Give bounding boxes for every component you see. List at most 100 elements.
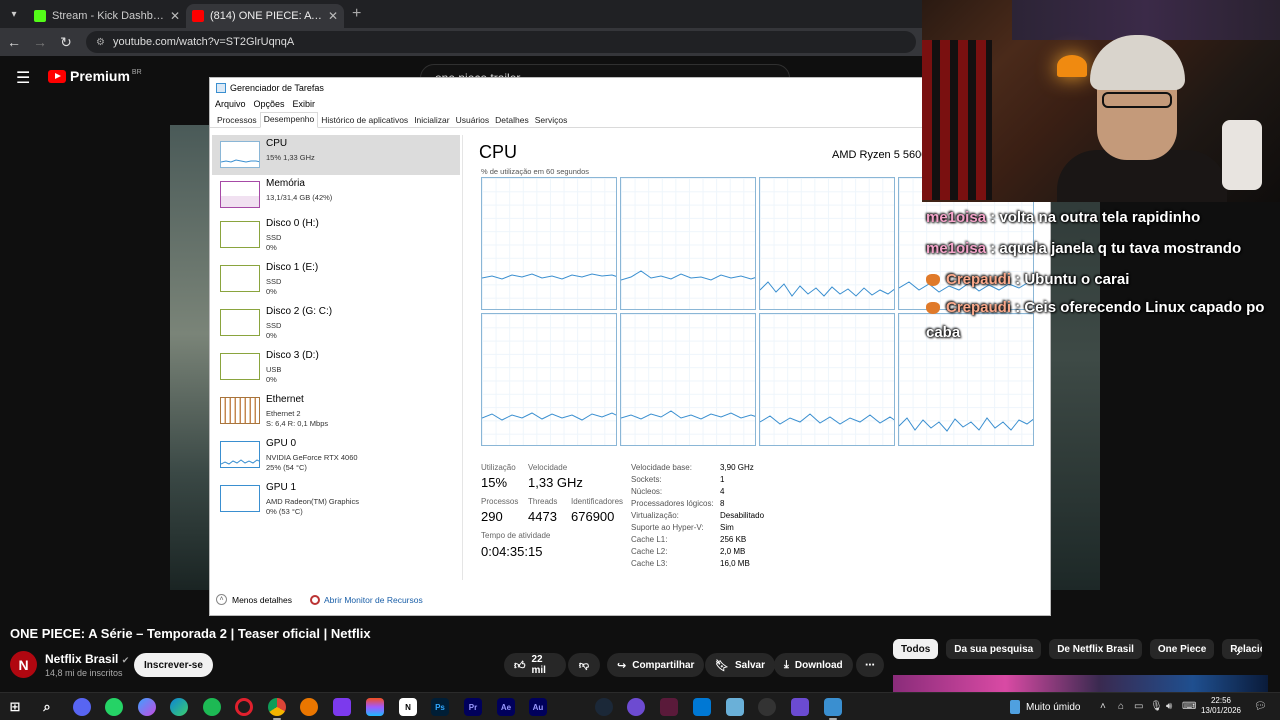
subscribe-button[interactable]: Inscrever-se [134,653,213,677]
spec-value: Desabilitado [720,511,765,520]
app-icon-discord[interactable] [73,698,91,716]
chat-user: me1oisa [926,209,987,226]
browser-tab-kick[interactable]: Stream - Kick Dashboard ✕ [28,4,186,28]
sidebar-item-disco-2[interactable]: Disco 2 (G: C:) SSD 0% [212,303,460,343]
menu-arquivo[interactable]: Arquivo [215,99,246,109]
url-field[interactable]: ⚙ youtube.com/watch?v=ST2GlrUqnqA [86,31,916,53]
chevron-right-icon[interactable]: › [1236,643,1241,659]
microphone-icon[interactable]: 🎙︎ [1150,701,1163,712]
app-icon-generic[interactable] [791,698,809,716]
new-tab-button[interactable]: + [352,5,361,23]
spotify-icon[interactable] [203,698,221,716]
whatsapp-icon[interactable] [105,698,123,716]
processos-label: Processos [481,497,519,506]
network-icon[interactable]: ⌂ [1118,701,1124,712]
menu-exibir[interactable]: Exibir [293,99,316,109]
sidebar-item-ethernet[interactable]: Ethernet Ethernet 2 S: 6,4 R: 0,1 Mbps [212,391,460,431]
sidebar-item-gpu-0[interactable]: GPU 0 NVIDIA GeForce RTX 4060 25% (54 °C… [212,435,460,475]
fewer-details-link[interactable]: Menos detalhes [232,595,292,605]
tab-historico[interactable]: Histórico de aplicativos [318,114,411,127]
like-button[interactable]: 👍︎ 22 mil [504,653,566,677]
weather-widget[interactable]: Muito úmido [1010,700,1080,714]
figma-icon[interactable] [366,698,384,716]
tab-usuarios[interactable]: Usuários [453,114,493,127]
chip-da-sua-pesquisa[interactable]: Da sua pesquisa [946,639,1042,659]
chat-message: Crepaudi : Ceis oferecendo Linux capado … [926,295,1280,345]
chevron-up-icon[interactable]: ˄ [1100,701,1106,712]
core-line [621,270,755,281]
download-button[interactable]: ⤓ Download [774,653,853,677]
browser-tab-youtube[interactable]: (814) ONE PIECE: A Série – Tem ✕ [186,4,344,28]
chat-user: Crepaudi [946,271,1012,288]
more-actions-button[interactable]: ⋯ [856,653,884,677]
notepad-icon[interactable] [726,698,744,716]
site-info-icon[interactable]: ⚙ [96,37,105,48]
menu-opcoes[interactable]: Opções [254,99,285,109]
reload-icon[interactable]: ↻ [54,34,78,51]
photoshop-icon[interactable]: Ps [431,698,449,716]
menu-icon[interactable]: ☰ [16,68,30,88]
share-button[interactable]: ↪ Compartilhar [607,653,705,677]
steam-icon[interactable] [595,698,613,716]
sidebar-item-memoria[interactable]: Memória 13,1/31,4 GB (42%) [212,175,460,215]
tab-processos[interactable]: Processos [214,114,260,127]
chip-todos[interactable]: Todos [893,639,939,659]
url-text: youtube.com/watch?v=ST2GlrUqnqA [112,36,295,48]
windows-start-icon[interactable]: ⊞ [6,698,24,716]
gpu-mini-line [221,459,259,465]
pane-divider[interactable] [462,135,463,580]
blender-icon[interactable] [300,698,318,716]
premiere-icon[interactable]: Pr [464,698,482,716]
youtube-logo[interactable]: Premium BR [48,68,142,84]
tab-servicos[interactable]: Serviços [532,114,571,127]
system-clock[interactable]: 22:56 13/01/2026 [1196,696,1246,716]
cpu-mini-graph [220,141,260,168]
spec-value: 4 [720,487,725,496]
sidebar-item-disco-1[interactable]: Disco 1 (E:) SSD 0% [212,259,460,299]
volume-icon[interactable]: 🔊︎ [1166,701,1172,712]
chat-user: Crepaudi [946,299,1012,316]
after-effects-icon[interactable]: Ae [497,698,515,716]
core-graph [481,313,617,446]
chrome-icon[interactable] [268,698,286,720]
copilot-icon[interactable] [138,698,156,716]
tab-inicializar[interactable]: Inicializar [411,114,452,127]
tab-detalhes[interactable]: Detalhes [492,114,532,127]
channel-avatar[interactable]: N [10,651,37,678]
obs-icon[interactable] [627,698,645,716]
chevron-up-icon[interactable]: ˄ [216,594,227,605]
task-manager-taskbar-icon[interactable] [824,698,842,720]
tab-search-icon[interactable]: ▾ [0,0,28,28]
sidebar-item-disco-3[interactable]: Disco 3 (D:) USB 0% [212,347,460,387]
sidebar-item-disco-0[interactable]: Disco 0 (H:) SSD 0% [212,215,460,255]
vscode-icon[interactable] [693,698,711,716]
close-tab-icon[interactable]: ✕ [328,9,338,23]
cpu-heading: CPU [479,142,518,162]
resource-monitor-link[interactable]: Abrir Monitor de Recursos [310,594,423,605]
github-icon[interactable] [758,698,776,716]
chip-relacionados[interactable]: Relacion [1222,639,1263,659]
search-icon[interactable]: ⌕ [38,698,56,716]
notification-icon[interactable]: 💬︎ [1254,701,1267,712]
resource-monitor-label: Abrir Monitor de Recursos [324,594,423,605]
save-button[interactable]: 🔖︎ Salvar [705,653,775,677]
obsidian-icon[interactable] [333,698,351,716]
channel-name[interactable]: Netflix Brasil ✔ [45,652,129,666]
forward-icon[interactable]: → [28,34,52,50]
sidebar-item-gpu-1[interactable]: GPU 1 AMD Radeon(TM) Graphics 0% (53 °C) [212,479,460,519]
chip-one-piece[interactable]: One Piece [1149,639,1215,659]
core-graph [620,177,756,310]
sidebar-item-cpu[interactable]: CPU 15% 1,33 GHz [212,135,460,175]
dislike-button[interactable]: 👎︎ [568,653,600,677]
notion-icon[interactable]: N [399,698,417,716]
related-video-thumbnails[interactable] [893,675,1268,693]
tab-desempenho[interactable]: Desempenho [259,112,319,128]
back-icon[interactable]: ← [2,34,26,50]
audition-icon[interactable]: Au [529,698,547,716]
vegas-icon[interactable] [660,698,678,716]
opera-icon[interactable] [235,698,253,716]
edge-icon[interactable] [170,698,188,716]
chip-de-netflix-brasil[interactable]: De Netflix Brasil [1049,639,1142,659]
language-icon[interactable]: ⌨ [1182,701,1196,712]
close-tab-icon[interactable]: ✕ [170,9,180,23]
